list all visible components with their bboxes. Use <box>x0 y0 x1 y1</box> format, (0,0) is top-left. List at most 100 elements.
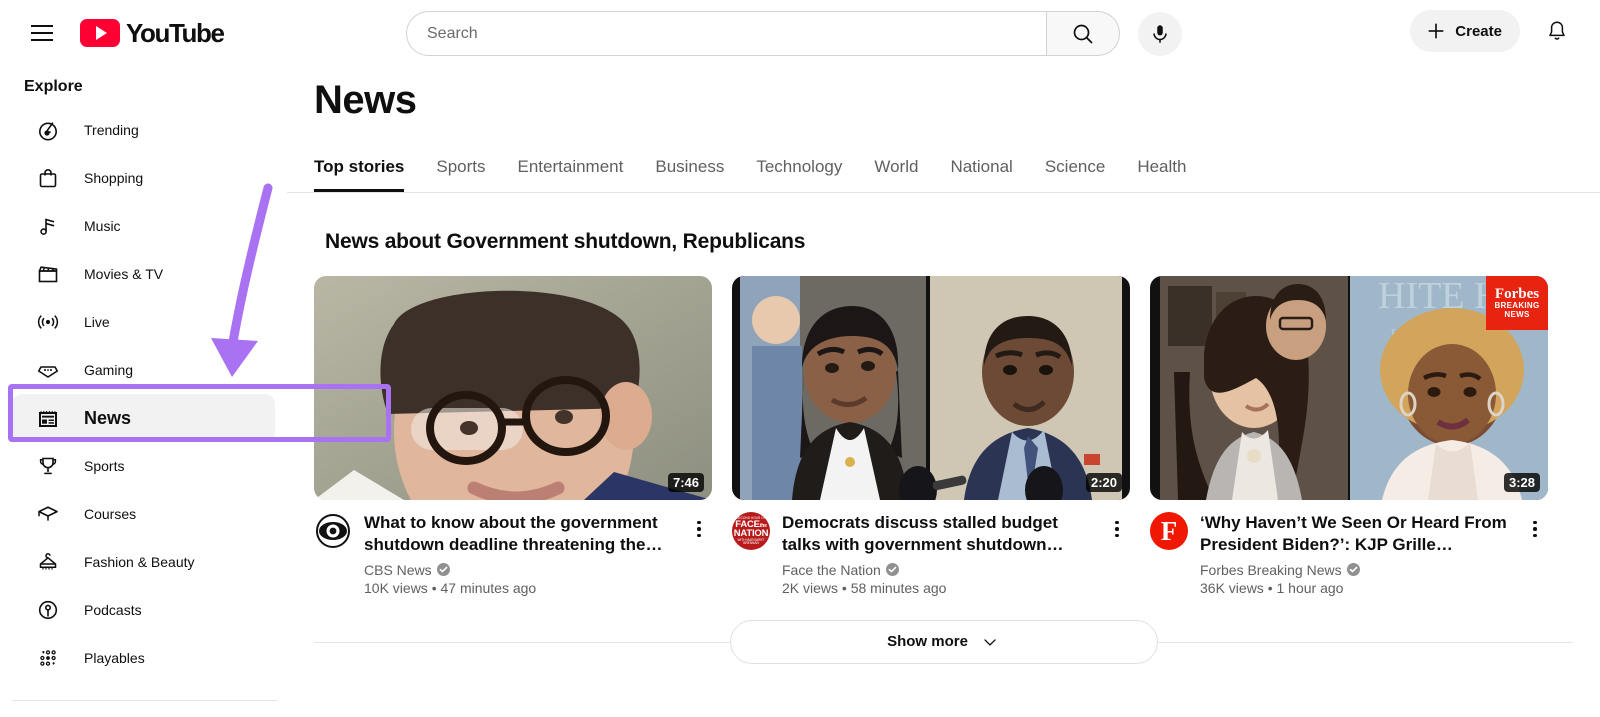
face-the-nation-logo[interactable]: SECOND HOUR OF FACEthe NATION WITH MARGARET… <box>732 512 770 550</box>
video-menu-button[interactable] <box>1104 514 1130 544</box>
channel-name: Face the Nation <box>782 561 881 578</box>
trending-flame-icon <box>36 118 60 142</box>
video-menu-button[interactable] <box>1522 514 1548 544</box>
shopping-bag-icon <box>36 166 60 190</box>
main-content: News Top stories Sports Entertainment Bu… <box>287 66 1600 717</box>
video-thumbnail[interactable]: 7:46 <box>314 276 712 500</box>
sidebar-item-movies-tv[interactable]: Movies & TV <box>12 250 275 298</box>
sidebar-item-playables[interactable]: Playables <box>12 634 275 682</box>
video-text: ‘Why Haven’t We Seen Or Heard From Presi… <box>1200 512 1510 596</box>
play-button-icon <box>80 19 120 47</box>
badge-line-1: Forbes <box>1494 285 1540 302</box>
sidebar-item-label: Playables <box>84 650 145 666</box>
sidebar-item-label: Sports <box>84 458 125 474</box>
video-title[interactable]: Democrats discuss stalled budget talks w… <box>782 512 1092 556</box>
tab-entertainment[interactable]: Entertainment <box>518 157 624 192</box>
graduation-cap-icon <box>36 502 60 526</box>
sidebar: Explore Trending Shopping Music Movies &… <box>0 66 287 717</box>
search-input[interactable] <box>427 24 1027 43</box>
sidebar-item-fashion-beauty[interactable]: Fashion & Beauty <box>12 538 275 586</box>
search-box[interactable] <box>406 11 1046 56</box>
channel-name-row[interactable]: Face the Nation <box>782 562 1092 578</box>
sidebar-item-courses[interactable]: Courses <box>12 490 275 538</box>
create-button[interactable]: Create <box>1410 10 1520 52</box>
sidebar-item-news[interactable]: News <box>12 394 275 442</box>
sidebar-item-gaming[interactable]: Gaming <box>12 346 275 394</box>
sidebar-item-label: Fashion & Beauty <box>84 554 195 570</box>
sidebar-item-label: Movies & TV <box>84 266 164 282</box>
video-meta: F ‘Why Haven’t We Seen Or Heard From Pre… <box>1150 500 1548 596</box>
verified-badge-icon <box>436 563 450 576</box>
clapperboard-icon <box>36 262 60 286</box>
tab-science[interactable]: Science <box>1045 157 1105 192</box>
create-button-label: Create <box>1455 22 1502 40</box>
tab-business[interactable]: Business <box>655 157 724 192</box>
sidebar-section-explore: Explore <box>24 78 83 95</box>
clothes-hanger-icon <box>36 550 60 574</box>
badge-line-3: NEWS <box>1504 309 1530 319</box>
video-meta: SECOND HOUR OF FACEthe NATION WITH MARGARET… <box>732 500 1130 596</box>
tab-top-stories[interactable]: Top stories <box>314 157 405 192</box>
header-actions: Create <box>1410 10 1578 52</box>
video-stats: 36K views • 1 hour ago <box>1200 579 1344 596</box>
tab-world[interactable]: World <box>874 157 918 192</box>
shelf-title: News about Government shutdown, Republic… <box>325 230 806 253</box>
channel-name-row[interactable]: Forbes Breaking News <box>1200 562 1510 578</box>
sidebar-item-podcasts[interactable]: Podcasts <box>12 586 275 634</box>
video-stats: 10K views • 47 minutes ago <box>364 579 537 596</box>
notifications-button[interactable] <box>1536 10 1578 52</box>
hamburger-menu-icon[interactable] <box>18 9 66 57</box>
gamepad-icon <box>36 358 60 382</box>
cbs-eye-logo[interactable] <box>314 512 352 550</box>
live-broadcast-icon <box>36 310 60 334</box>
sidebar-item-music[interactable]: Music <box>12 202 275 250</box>
video-text: What to know about the government shutdo… <box>364 512 674 596</box>
video-stats: 2K views • 58 minutes ago <box>782 579 947 596</box>
face-the-nation-logo-text: SECOND HOUR OF FACEthe NATION WITH MARGARET… <box>733 516 769 545</box>
music-note-icon <box>36 214 60 238</box>
video-duration: 2:20 <box>1085 473 1122 492</box>
search-zone <box>406 11 1182 56</box>
tab-national[interactable]: National <box>950 157 1012 192</box>
show-more-row: Show more <box>287 619 1600 664</box>
show-more-button[interactable]: Show more <box>729 619 1158 664</box>
plus-icon <box>1428 23 1444 39</box>
thumbnail-image <box>314 276 712 500</box>
forbes-f-logo[interactable]: F <box>1150 512 1188 550</box>
sidebar-divider <box>12 700 277 701</box>
voice-search-button[interactable] <box>1138 11 1182 56</box>
tab-health[interactable]: Health <box>1137 157 1186 192</box>
video-title[interactable]: ‘Why Haven’t We Seen Or Heard From Presi… <box>1200 512 1510 556</box>
youtube-logo[interactable]: YouTube <box>80 17 225 49</box>
video-title[interactable]: What to know about the government shutdo… <box>364 512 674 556</box>
channel-name: Forbes Breaking News <box>1200 561 1342 578</box>
verified-badge-icon <box>885 563 899 576</box>
video-thumbnail[interactable]: HITE HOU HIN <box>1150 276 1548 500</box>
sidebar-item-label: Trending <box>84 122 139 138</box>
sidebar-item-label: Music <box>84 218 121 234</box>
logo-text: YouTube <box>126 17 225 48</box>
sidebar-item-label: News <box>84 407 132 428</box>
microphone-icon <box>1153 24 1167 43</box>
video-duration: 3:28 <box>1503 473 1540 492</box>
video-card: 2:20 SECOND HOUR OF FACEthe NATION WITH MAR… <box>732 276 1130 596</box>
forbes-breaking-news-badge: Forbes BREAKING NEWS <box>1486 276 1548 330</box>
sidebar-item-shopping[interactable]: Shopping <box>12 154 275 202</box>
tab-technology[interactable]: Technology <box>756 157 842 192</box>
video-menu-button[interactable] <box>686 514 712 544</box>
video-card: HITE HOU HIN <box>1150 276 1548 596</box>
trophy-icon <box>36 454 60 478</box>
sidebar-item-label: Podcasts <box>84 602 142 618</box>
newspaper-icon <box>36 406 60 430</box>
sidebar-item-trending[interactable]: Trending <box>12 106 275 154</box>
search-button[interactable] <box>1046 11 1120 56</box>
video-thumbnail[interactable]: 2:20 <box>732 276 1130 500</box>
news-category-tabs: Top stories Sports Entertainment Busines… <box>287 137 1600 193</box>
sidebar-item-sports[interactable]: Sports <box>12 442 275 490</box>
sidebar-item-label: Shopping <box>84 170 144 186</box>
video-duration: 7:46 <box>667 473 704 492</box>
channel-name-row[interactable]: CBS News <box>364 562 674 578</box>
sidebar-item-live[interactable]: Live <box>12 298 275 346</box>
tab-sports[interactable]: Sports <box>436 157 485 192</box>
sidebar-item-label: Live <box>84 314 110 330</box>
